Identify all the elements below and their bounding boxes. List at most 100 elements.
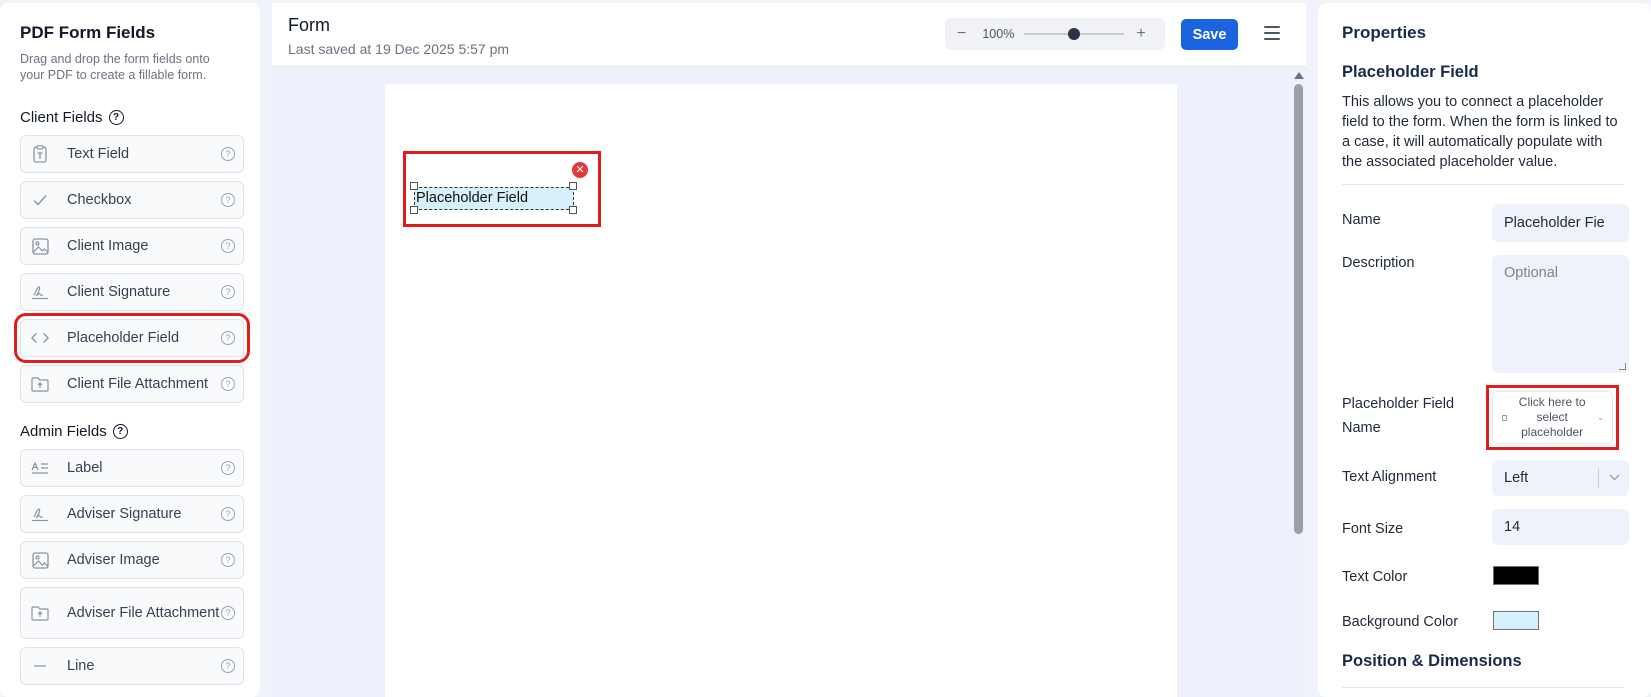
sidebar-subtitle: Drag and drop the form fields onto your …	[20, 52, 210, 82]
text-alignment-label: Text Alignment	[1342, 469, 1437, 485]
field-client-file-attachment[interactable]: Client File Attachment ?	[20, 365, 244, 403]
help-icon[interactable]: ?	[221, 239, 235, 253]
description-textarea[interactable]: Optional	[1492, 255, 1629, 373]
field-label: Placeholder Field	[67, 330, 180, 346]
field-adviser-signature[interactable]: Adviser Signature ?	[20, 495, 244, 533]
name-label: Name	[1342, 212, 1381, 228]
chevron-down-icon	[1599, 472, 1629, 484]
zoom-control: − 100% +	[945, 18, 1165, 50]
zoom-slider[interactable]	[1024, 28, 1125, 40]
delete-field-icon[interactable]: ✕	[572, 162, 588, 178]
field-label: Adviser Image	[67, 552, 160, 568]
help-icon[interactable]: ?	[221, 331, 235, 345]
resize-grip-icon[interactable]	[1619, 363, 1626, 370]
properties-panel: Properties Placeholder Field This allows…	[1318, 3, 1651, 697]
placeholder-name-label-line-2: Name	[1342, 420, 1381, 436]
placed-placeholder-field[interactable]: Placeholder Field	[414, 187, 574, 210]
help-icon[interactable]: ?	[221, 285, 235, 299]
folder-upload-icon	[31, 604, 49, 622]
chevron-down-icon: ⌄	[1597, 413, 1604, 422]
field-label: Checkbox	[67, 192, 132, 208]
field-client-image[interactable]: Client Image ?	[20, 227, 244, 265]
field-type-title: Placeholder Field	[1342, 63, 1479, 81]
checkmark-icon	[31, 191, 49, 209]
description-label: Description	[1342, 255, 1415, 271]
field-label: Client Image	[67, 238, 149, 254]
properties-title: Properties	[1342, 23, 1427, 42]
resize-handle[interactable]	[410, 206, 418, 214]
help-icon[interactable]: ?	[221, 377, 235, 391]
help-icon[interactable]: ?	[112, 424, 128, 439]
help-icon[interactable]: ?	[221, 553, 235, 567]
help-icon[interactable]: ?	[221, 147, 235, 161]
label-icon	[31, 459, 49, 477]
help-icon[interactable]: ?	[108, 110, 124, 125]
help-icon[interactable]: ?	[221, 507, 235, 521]
image-icon	[31, 551, 49, 569]
name-input[interactable]: Placeholder Fie	[1492, 204, 1629, 242]
sidebar-title: PDF Form Fields	[20, 23, 156, 42]
zoom-slider-handle[interactable]	[1068, 28, 1081, 40]
zoom-in-button[interactable]: +	[1136, 25, 1145, 43]
background-color-label: Background Color	[1342, 614, 1459, 630]
placeholder-select-highlight: Click here to select placeholder ⌄	[1486, 385, 1619, 450]
field-adviser-image[interactable]: Adviser Image ?	[20, 541, 244, 579]
editor-header: Form Last saved at 19 Dec 2025 5:57 pm −…	[272, 3, 1306, 67]
position-dimensions-heading: Position & Dimensions	[1342, 652, 1522, 670]
image-icon	[31, 237, 49, 255]
field-label-item[interactable]: Label ?	[20, 449, 244, 487]
field-adviser-file-attachment[interactable]: Adviser File Attachment ?	[20, 587, 244, 639]
placeholder-select-text: Click here to select placeholder	[1518, 395, 1586, 439]
help-icon[interactable]: ?	[221, 193, 235, 207]
field-description: This allows you to connect a placeholder…	[1342, 92, 1624, 185]
text-color-swatch[interactable]	[1493, 566, 1539, 585]
text-alignment-value: Left	[1504, 470, 1529, 486]
placeholder-field-name-label: Placeholder Field Name	[1342, 392, 1454, 440]
text-color-label: Text Color	[1342, 569, 1408, 585]
field-label: Adviser File Attachment	[67, 605, 220, 621]
field-client-signature[interactable]: Client Signature ?	[20, 273, 244, 311]
field-line[interactable]: Line ?	[20, 647, 244, 685]
save-button[interactable]: Save	[1181, 19, 1238, 50]
form-fields-sidebar: PDF Form Fields Drag and drop the form f…	[0, 3, 260, 697]
resize-handle[interactable]	[410, 182, 418, 190]
field-label: Adviser Signature	[67, 506, 182, 522]
last-saved-text: Last saved at 19 Dec 2025 5:57 pm	[288, 41, 510, 57]
section-divider	[1342, 687, 1624, 688]
font-size-label: Font Size	[1342, 521, 1404, 537]
client-fields-heading: Client Fields ?	[20, 109, 244, 126]
field-checkbox[interactable]: Checkbox ?	[20, 181, 244, 219]
field-label: Client Signature	[67, 284, 171, 300]
help-icon[interactable]: ?	[221, 659, 235, 673]
help-icon[interactable]: ?	[221, 461, 235, 475]
field-label: Label	[67, 460, 103, 476]
client-fields-title: Client Fields	[20, 109, 103, 126]
hamburger-menu-icon[interactable]	[1264, 26, 1280, 40]
resize-handle[interactable]	[569, 182, 577, 190]
field-label: Client File Attachment	[67, 376, 209, 392]
scrollbar-thumb[interactable]	[1294, 84, 1303, 534]
field-label: Text Field	[67, 146, 130, 162]
placeholder-name-label-line-1: Placeholder Field	[1342, 396, 1455, 412]
field-placeholder-field[interactable]: Placeholder Field ?	[14, 313, 250, 363]
form-title: Form	[288, 15, 330, 35]
field-label: Line	[67, 658, 95, 674]
description-placeholder: Optional	[1504, 265, 1559, 281]
background-color-swatch[interactable]	[1493, 611, 1539, 630]
field-text-field[interactable]: Text Field ?	[20, 135, 244, 173]
folder-upload-icon	[31, 375, 49, 393]
resize-handle[interactable]	[569, 206, 577, 214]
text-field-icon	[31, 145, 49, 163]
placeholder-select[interactable]: Click here to select placeholder ⌄	[1492, 391, 1613, 444]
admin-fields-heading: Admin Fields ?	[20, 423, 244, 440]
help-icon[interactable]: ?	[221, 606, 235, 620]
font-size-input[interactable]: 14	[1492, 509, 1629, 545]
line-icon	[31, 657, 49, 675]
zoom-level: 100%	[982, 27, 1015, 41]
code-brackets-icon	[31, 329, 49, 347]
admin-fields-title: Admin Fields	[20, 423, 107, 440]
zoom-out-button[interactable]: −	[957, 25, 966, 43]
text-alignment-select[interactable]: Left	[1492, 460, 1629, 496]
canvas-scrollbar[interactable]	[1290, 68, 1306, 697]
scroll-up-arrow[interactable]	[1294, 72, 1304, 79]
